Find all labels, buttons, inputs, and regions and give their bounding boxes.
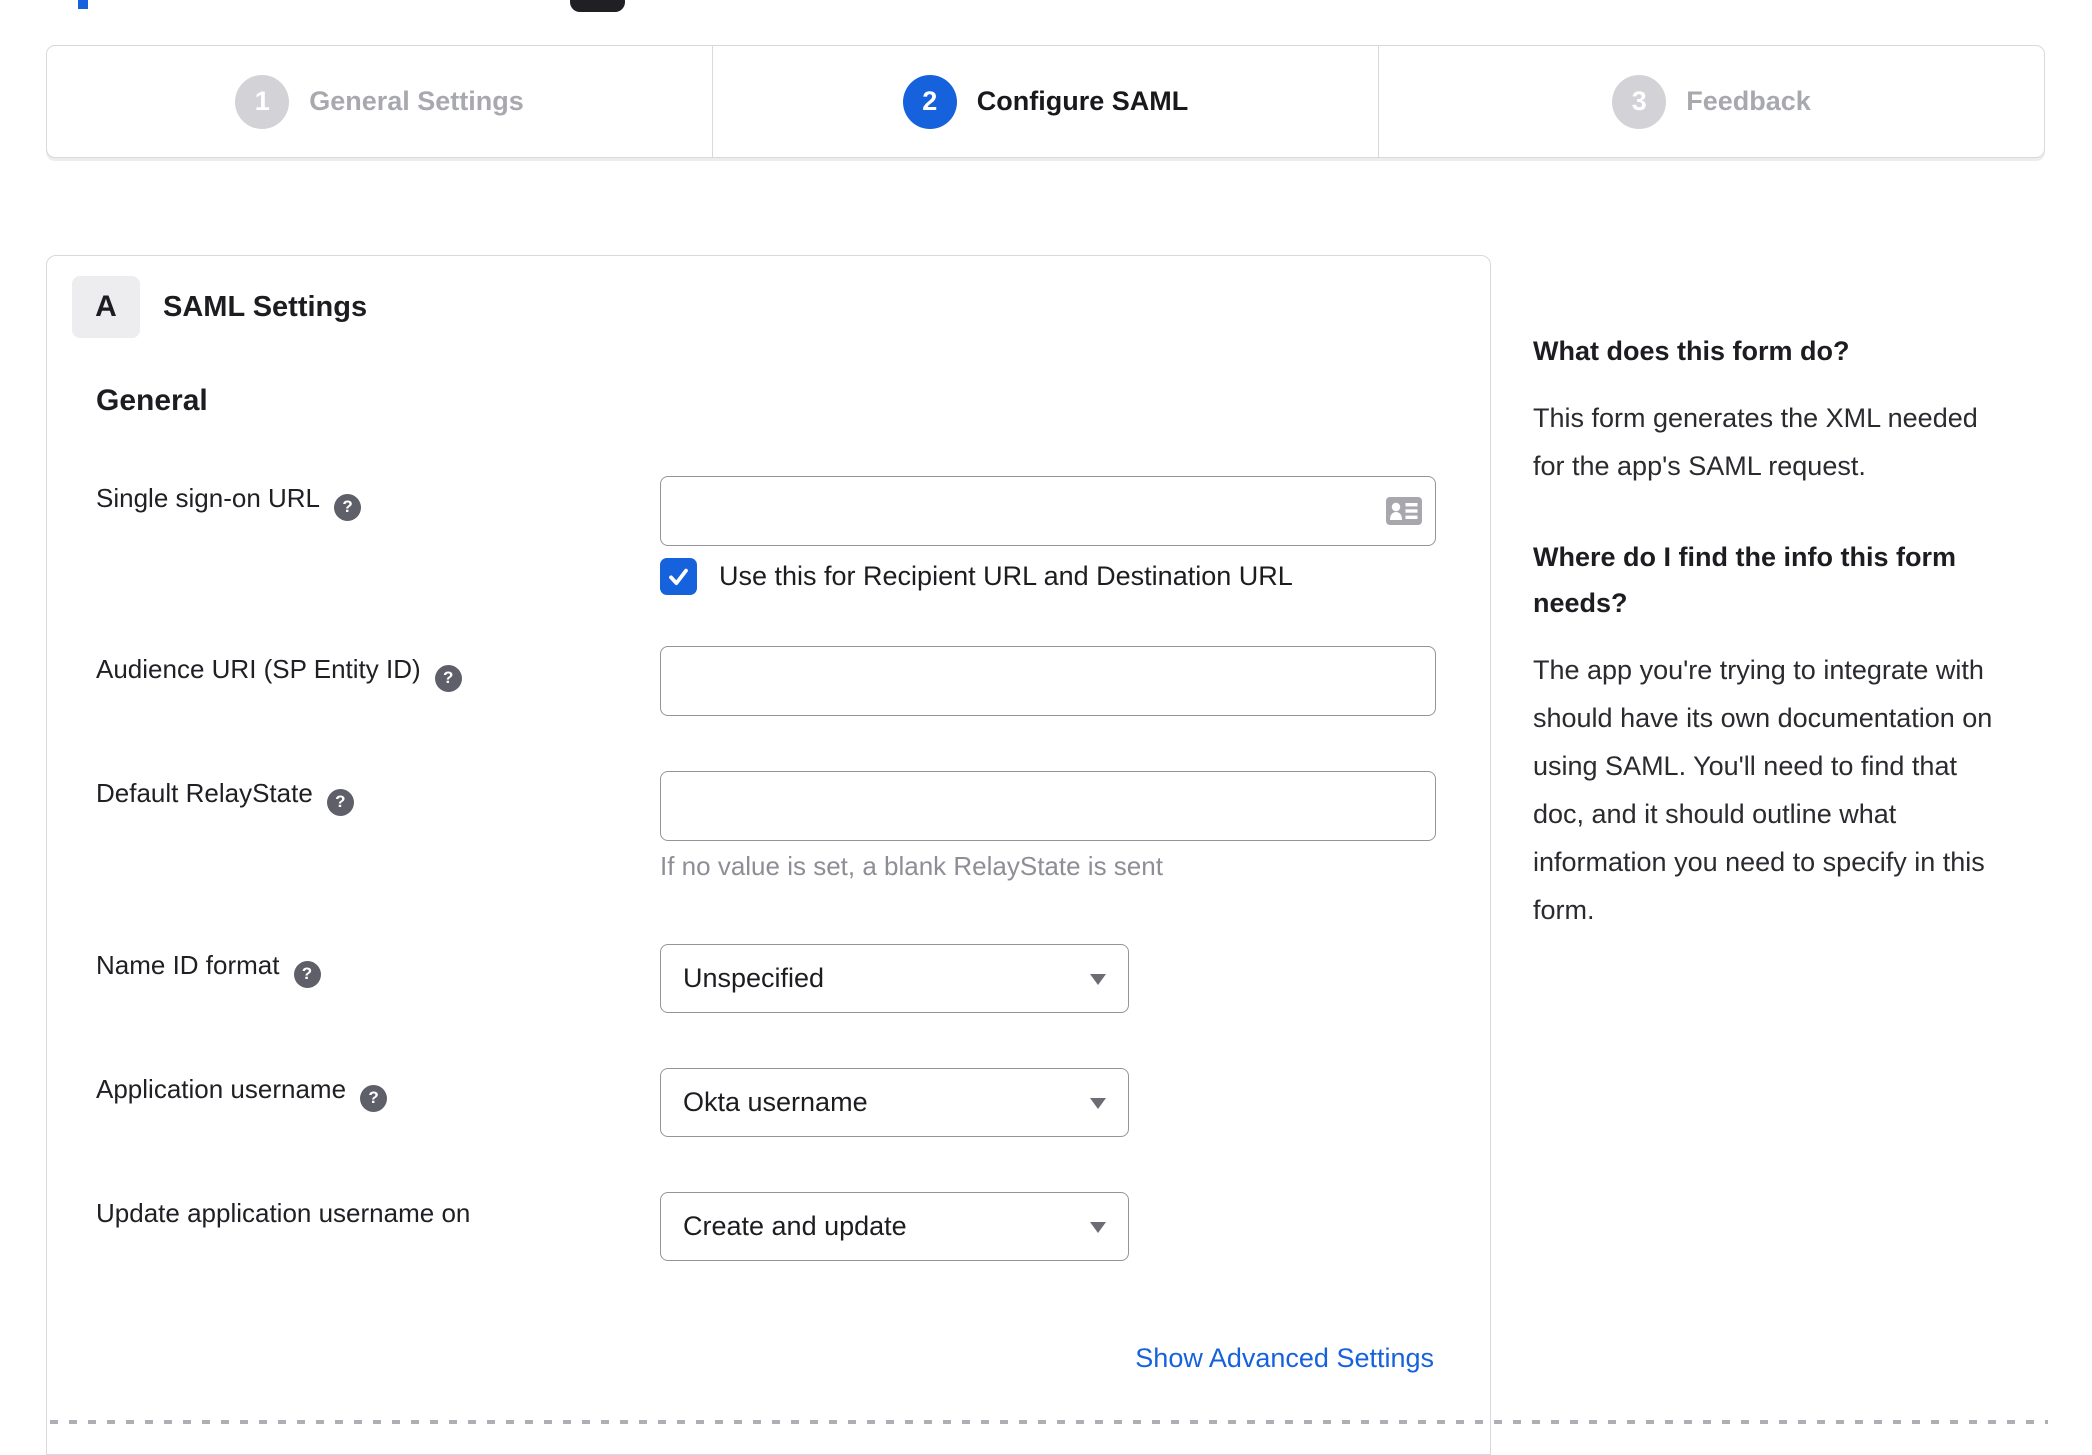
step-1-number-badge: 1 [235, 74, 290, 129]
default-relaystate-label: Default RelayState? [96, 778, 354, 816]
help-icon[interactable]: ? [434, 664, 462, 692]
check-icon [669, 568, 688, 586]
step-feedback[interactable]: 3 Feedback [1378, 46, 2044, 157]
help-icon[interactable]: ? [360, 1084, 388, 1112]
step-general-settings[interactable]: 1 General Settings [47, 46, 712, 157]
help-heading: What does this form do? [1533, 336, 1850, 366]
sso-url-input[interactable] [660, 476, 1436, 546]
recipient-url-checkbox-label[interactable]: Use this for Recipient URL and Destinati… [719, 561, 1293, 592]
update-username-label: Update application username on [96, 1198, 471, 1228]
chevron-down-icon [1090, 1222, 1106, 1233]
name-id-format-label: Name ID format? [96, 950, 321, 988]
step-2-label: Configure SAML [976, 86, 1189, 116]
help-body: This form generates the XML needed for t… [1533, 403, 1978, 481]
page-accent-fragment [78, 0, 88, 9]
audience-uri-input[interactable] [660, 646, 1436, 716]
step-configure-saml[interactable]: 2 Configure SAML [712, 46, 1378, 157]
help-section-where: Where do I find the info this form needs… [1533, 534, 2061, 934]
help-icon[interactable]: ? [293, 960, 321, 988]
application-username-select[interactable]: Okta username [660, 1068, 1129, 1137]
update-username-select[interactable]: Create and update [660, 1192, 1129, 1261]
help-icon[interactable]: ? [334, 493, 362, 521]
dark-logo-fragment [570, 0, 625, 12]
help-section-what: What does this form do? This form genera… [1533, 328, 2061, 490]
name-id-format-select[interactable]: Unspecified [660, 944, 1129, 1013]
step-2-number-badge: 2 [902, 74, 957, 129]
recipient-url-checkbox[interactable] [660, 558, 697, 595]
default-relaystate-input[interactable] [660, 771, 1436, 841]
wizard-stepper: 1 General Settings 2 Configure SAML 3 Fe… [46, 45, 2045, 158]
step-1-label: General Settings [309, 86, 524, 116]
chevron-down-icon [1090, 974, 1106, 985]
application-username-label: Application username? [96, 1074, 388, 1112]
help-icon[interactable]: ? [326, 788, 354, 816]
step-3-number-badge: 3 [1612, 74, 1667, 129]
general-heading: General [96, 384, 208, 417]
section-divider [50, 1420, 2048, 1424]
step-3-label: Feedback [1686, 86, 1811, 116]
audience-uri-label: Audience URI (SP Entity ID)? [96, 654, 462, 692]
help-body: The app you're trying to integrate with … [1533, 655, 1993, 925]
help-heading: Where do I find the info this form needs… [1533, 542, 1956, 618]
show-advanced-settings-link[interactable]: Show Advanced Settings [1135, 1343, 1434, 1374]
saml-settings-title: SAML Settings [163, 291, 368, 323]
chevron-down-icon [1090, 1098, 1106, 1109]
saml-settings-card: A SAML Settings General Single sign-on U… [46, 255, 1491, 1455]
sso-url-label: Single sign-on URL? [96, 483, 362, 521]
section-a-badge: A [72, 276, 140, 338]
help-sidebar: What does this form do? This form genera… [1533, 328, 2061, 934]
relaystate-hint: If no value is set, a blank RelayState i… [660, 851, 1163, 881]
